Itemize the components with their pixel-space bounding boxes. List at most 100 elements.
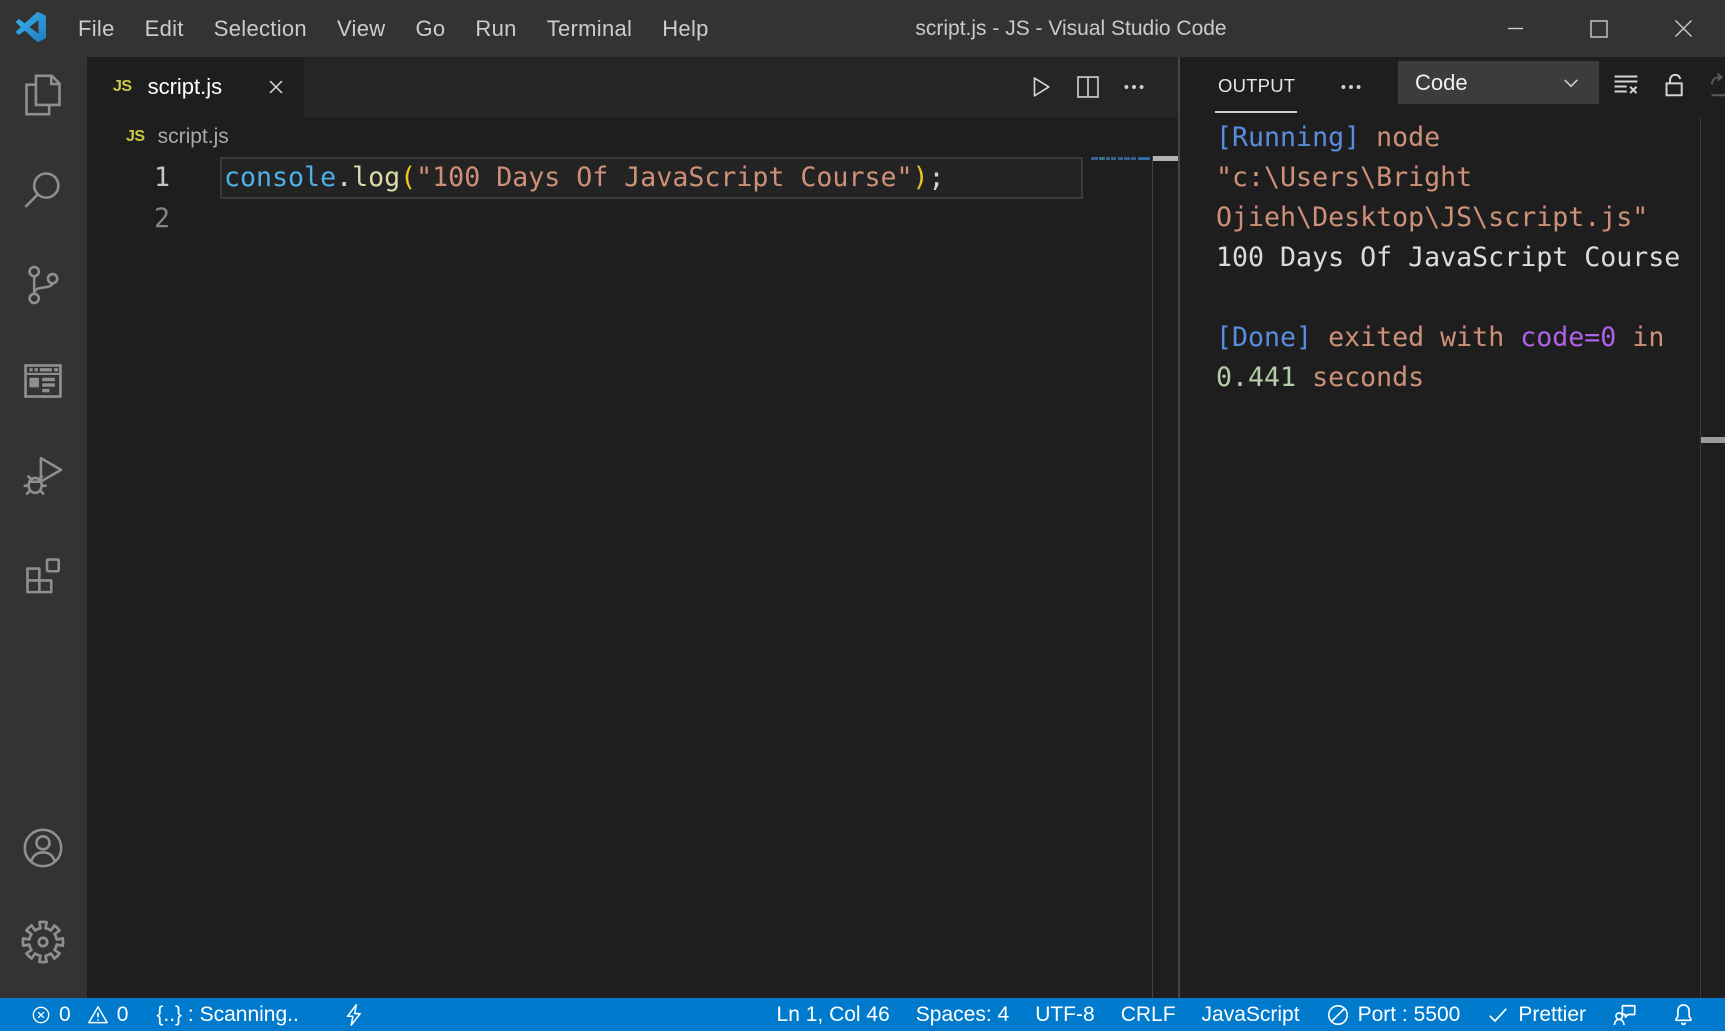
output-segment: 100 Days Of JavaScript Course [1216,242,1680,273]
output-line: Ojieh\Desktop\JS\script.js" [1216,198,1680,238]
tab-close-button[interactable] [265,76,287,98]
editor-group: JS script.js JS script.js 1 2 console.lo… [87,57,1178,998]
code-token: "100 Days Of JavaScript Course" [416,162,912,193]
browser-preview-icon[interactable] [20,358,66,404]
line-number: 2 [87,199,170,239]
scanning-status[interactable]: {..} : Scanning.. [143,998,311,1031]
output-segment: seconds [1296,362,1424,393]
run-code-button[interactable] [1027,74,1053,100]
status-bar: 0 0 {..} : Scanning.. Ln 1, Col 46 Space… [0,998,1725,1031]
output-line: 100 Days Of JavaScript Course [1216,238,1680,278]
unlock-icon[interactable] [1660,71,1688,99]
lightning-bolt-icon [342,1003,366,1027]
code-token: console [224,162,336,193]
output-line: 0.441 seconds [1216,358,1680,398]
output-segment: node [1376,122,1440,153]
menu-file[interactable]: File [63,0,130,57]
source-control-icon[interactable] [20,262,66,308]
menu-run[interactable]: Run [460,0,531,57]
problems-status[interactable]: 0 0 [18,998,141,1031]
indentation-status[interactable]: Spaces: 4 [903,998,1022,1031]
more-actions-icon[interactable] [1121,74,1147,100]
explorer-icon[interactable] [20,72,66,118]
feedback-status[interactable] [1599,998,1658,1031]
breadcrumb-file[interactable]: script.js [158,125,229,149]
panel-more-actions-icon[interactable] [1338,74,1364,100]
warning-icon [87,1004,109,1026]
code-token: ) [913,162,929,193]
cursor-position-status[interactable]: Ln 1, Col 46 [764,998,903,1031]
menu-edit[interactable]: Edit [130,0,199,57]
menu-view[interactable]: View [322,0,401,57]
encoding-status[interactable]: UTF-8 [1022,998,1108,1031]
error-icon [31,1005,51,1025]
minimize-button[interactable] [1473,0,1557,57]
live-reload-status[interactable] [312,998,387,1031]
settings-gear-icon[interactable] [20,919,66,965]
eol-label: CRLF [1121,1003,1176,1027]
code-token: ( [400,162,416,193]
account-icon[interactable] [20,825,66,871]
panel-tab-active-underline [1215,111,1297,113]
panel-tab-output[interactable]: OUTPUT [1218,57,1295,113]
menu-selection[interactable]: Selection [199,0,322,57]
extensions-icon[interactable] [20,549,66,595]
output-panel: OUTPUT Code [1180,57,1725,998]
breadcrumb[interactable]: JS script.js [87,117,1178,157]
error-count: 0 [59,1003,71,1027]
maximize-icon [1590,20,1608,38]
js-file-icon: JS [113,78,132,96]
output-segment: [Running] [1216,122,1376,153]
scanning-label: {..} : Scanning.. [156,1003,298,1027]
code-line-1[interactable]: console.log("100 Days Of JavaScript Cour… [224,157,945,199]
overview-ruler-cursor [1153,156,1178,161]
vscode-window: File Edit Selection View Go Run Terminal… [0,0,1725,1031]
open-output-in-editor-icon[interactable] [1704,71,1725,99]
split-editor-button[interactable] [1075,74,1101,100]
circle-slash-icon [1326,1003,1350,1027]
menu-help[interactable]: Help [647,0,723,57]
prettier-label: Prettier [1518,1003,1586,1027]
encoding-label: UTF-8 [1035,1003,1095,1027]
line-number: 1 [87,157,170,199]
vscode-logo-icon [16,12,46,42]
menu-terminal[interactable]: Terminal [532,0,648,57]
code-token: . [336,162,352,193]
code-token: log [352,162,400,193]
close-icon [1674,19,1693,38]
search-icon[interactable] [20,167,66,213]
tab-script-js[interactable]: JS script.js [87,57,304,117]
overview-ruler-border [1152,156,1153,998]
bell-icon [1671,1002,1696,1027]
notifications-status[interactable] [1658,998,1696,1031]
output-segment: code=0 [1520,322,1616,353]
activity-bar [0,57,87,998]
title-bar: File Edit Selection View Go Run Terminal… [0,0,1725,57]
panel-overview-ruler-border [1700,118,1701,998]
live-server-port-status[interactable]: Port : 5500 [1313,998,1474,1031]
tab-label: script.js [148,74,223,100]
output-line: "c:\Users\Bright [1216,158,1680,198]
minimize-icon [1507,20,1524,37]
clear-output-button[interactable] [1612,71,1640,99]
prettier-status[interactable]: Prettier [1473,998,1599,1031]
eol-status[interactable]: CRLF [1108,998,1189,1031]
maximize-button[interactable] [1557,0,1641,57]
feedback-icon [1612,1002,1637,1027]
run-and-debug-icon[interactable] [20,453,66,499]
warning-count: 0 [117,1003,129,1027]
panel-overview-ruler-cursor [1701,437,1725,443]
line-col-label: Ln 1, Col 46 [777,1003,890,1027]
output-segment: "c:\Users\Bright [1216,162,1472,193]
close-icon [265,76,287,98]
output-channel-select[interactable]: Code [1398,61,1599,104]
language-mode-status[interactable]: JavaScript [1189,998,1313,1031]
minimap[interactable] [1091,157,1150,160]
output-line: [Done] exited with code=0 in [1216,318,1680,358]
language-label: JavaScript [1202,1003,1300,1027]
output-segment: 0.441 [1216,362,1296,393]
menu-go[interactable]: Go [400,0,460,57]
close-window-button[interactable] [1641,0,1725,57]
output-segment: [Done] [1216,322,1312,353]
js-file-icon: JS [126,128,145,146]
